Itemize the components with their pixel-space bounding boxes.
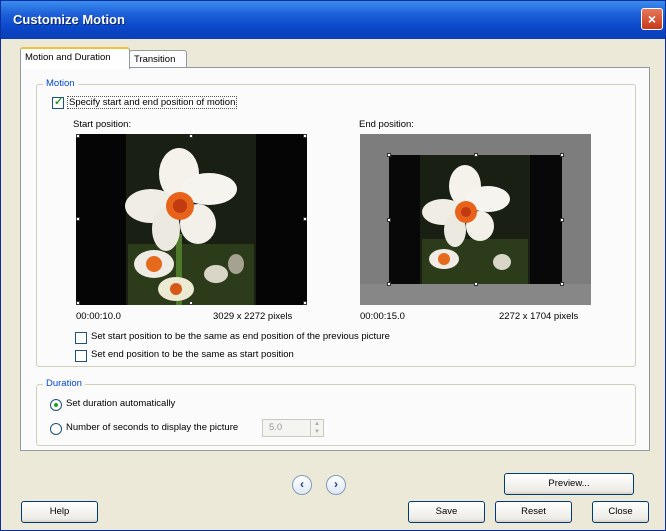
seconds-value: 5.0 [269, 422, 283, 433]
same-as-previous-checkbox[interactable] [75, 332, 87, 344]
window-title: Customize Motion [13, 12, 125, 27]
customize-motion-window: Customize Motion × Motion and Duration T… [0, 0, 666, 531]
end-handle-ml[interactable] [387, 218, 391, 222]
tab-panel: Motion Specify start and end position of… [20, 67, 650, 451]
end-handle-mr[interactable] [560, 218, 564, 222]
end-time: 00:00:15.0 [360, 311, 405, 322]
start-handle-tm[interactable] [189, 134, 193, 138]
end-size: 2272 x 1704 pixels [499, 311, 579, 322]
seconds-label: Number of seconds to display the picture [66, 422, 239, 433]
start-handle-br[interactable] [303, 301, 307, 305]
end-position-label: End position: [359, 119, 414, 130]
spinner-arrows-icon[interactable]: ▲ ▼ [310, 420, 323, 436]
start-position-label: Start position: [73, 119, 132, 130]
close-button[interactable]: Close [592, 501, 649, 523]
preview-button[interactable]: Preview... [504, 473, 634, 495]
end-flower-image [360, 134, 591, 305]
tab-motion-and-duration[interactable]: Motion and Duration [20, 47, 130, 69]
motion-group: Motion Specify start and end position of… [36, 78, 636, 367]
auto-duration-radio[interactable] [50, 399, 62, 411]
start-position-preview[interactable] [76, 134, 307, 305]
end-handle-br[interactable] [560, 282, 564, 286]
start-handle-ml[interactable] [76, 217, 80, 221]
start-handle-tl[interactable] [76, 134, 80, 138]
end-handle-bl[interactable] [387, 282, 391, 286]
seconds-radio[interactable] [50, 423, 62, 435]
save-button[interactable]: Save [408, 501, 485, 523]
start-handle-bl[interactable] [76, 301, 80, 305]
auto-duration-label: Set duration automatically [66, 398, 176, 409]
start-time: 00:00:10.0 [76, 311, 121, 322]
end-handle-tr[interactable] [560, 153, 564, 157]
specify-motion-checkbox[interactable] [52, 95, 64, 109]
previous-picture-button[interactable]: ‹ [292, 475, 312, 495]
same-as-start-label: Set end position to be the same as start… [91, 349, 294, 360]
next-picture-button[interactable]: › [326, 475, 346, 495]
seconds-spinner[interactable]: 5.0 ▲ ▼ [262, 419, 324, 437]
same-as-previous-label: Set start position to be the same as end… [91, 331, 390, 342]
duration-group: Duration Set duration automatically Numb… [36, 378, 636, 446]
title-bar: Customize Motion × [1, 1, 665, 39]
start-handle-mr[interactable] [303, 217, 307, 221]
close-window-button[interactable]: × [641, 8, 663, 30]
specify-motion-label: Specify start and end position of motion [67, 96, 238, 109]
end-handle-bm[interactable] [474, 282, 478, 286]
end-handle-tm[interactable] [474, 153, 478, 157]
end-position-preview[interactable] [360, 134, 591, 305]
end-handle-tl[interactable] [387, 153, 391, 157]
start-handle-tr[interactable] [303, 134, 307, 138]
tab-transition[interactable]: Transition [129, 50, 187, 67]
motion-legend: Motion [43, 78, 78, 89]
reset-button[interactable]: Reset [495, 501, 572, 523]
start-handle-bm[interactable] [189, 301, 193, 305]
same-as-start-checkbox[interactable] [75, 350, 87, 362]
duration-legend: Duration [43, 378, 85, 389]
start-flower-image [76, 134, 307, 305]
help-button[interactable]: Help [21, 501, 98, 523]
start-size: 3029 x 2272 pixels [213, 311, 293, 322]
